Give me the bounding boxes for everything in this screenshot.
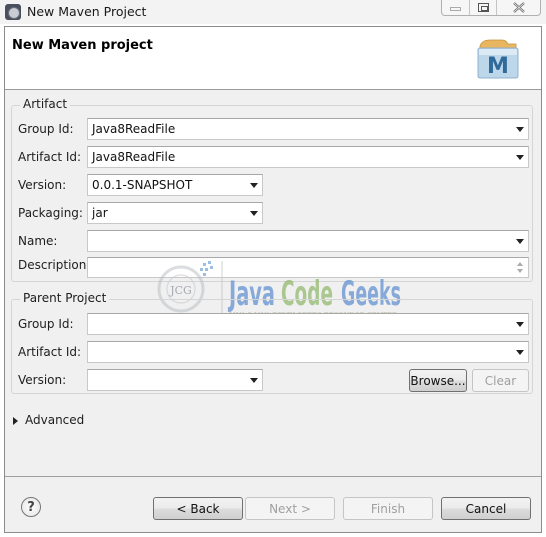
help-icon[interactable]: ?	[21, 497, 41, 517]
scroll-down-icon[interactable]	[517, 269, 523, 273]
chevron-down-icon[interactable]	[250, 378, 258, 383]
window-title: New Maven Project	[27, 4, 147, 19]
cancel-button[interactable]: Cancel	[441, 497, 531, 520]
artifact-id-combo[interactable]: Java8ReadFile	[87, 146, 529, 168]
expand-arrow-icon[interactable]	[13, 417, 18, 425]
description-scrollbar[interactable]	[516, 261, 525, 275]
scroll-up-icon[interactable]	[517, 262, 523, 266]
back-button[interactable]: < Back	[153, 497, 243, 520]
close-icon	[512, 1, 525, 13]
finish-button[interactable]: Finish	[343, 497, 433, 520]
group-id-value: Java8ReadFile	[92, 122, 176, 136]
version-value: 0.0.1-SNAPSHOT	[92, 178, 193, 192]
version-combo[interactable]: 0.0.1-SNAPSHOT	[87, 174, 263, 196]
minimize-button[interactable]	[442, 0, 470, 15]
chevron-down-icon[interactable]	[516, 350, 524, 355]
parent-artifact-id-label: Artifact Id:	[18, 345, 82, 359]
parent-version-label: Version:	[18, 373, 67, 387]
artifact-id-label: Artifact Id:	[18, 150, 82, 164]
eclipse-app-icon	[5, 4, 21, 20]
wizard-header: New Maven project M	[5, 27, 541, 90]
description-textarea[interactable]	[87, 257, 529, 278]
parent-project-group-label: Parent Project	[20, 291, 110, 305]
parent-artifact-id-combo[interactable]	[87, 341, 529, 363]
chevron-down-icon[interactable]	[250, 211, 258, 216]
maximize-button[interactable]	[470, 0, 497, 15]
wizard-title: New Maven project	[12, 38, 153, 53]
next-button[interactable]: Next >	[245, 497, 335, 520]
chevron-down-icon[interactable]	[516, 155, 524, 160]
dialog-frame: New Maven project M Artifact Group Id: J…	[4, 26, 542, 533]
maven-folder-icon: M	[477, 39, 519, 79]
clear-button[interactable]: Clear	[472, 369, 529, 392]
chevron-down-icon[interactable]	[516, 239, 524, 244]
group-id-label: Group Id:	[18, 122, 74, 136]
svg-text:M: M	[487, 54, 509, 79]
artifact-id-value: Java8ReadFile	[92, 150, 176, 164]
chevron-down-icon[interactable]	[516, 322, 524, 327]
packaging-value: jar	[92, 206, 108, 220]
chevron-down-icon[interactable]	[516, 127, 524, 132]
minimize-icon	[450, 7, 461, 11]
name-combo[interactable]	[87, 230, 529, 252]
browse-button[interactable]: Browse...	[409, 369, 467, 392]
svg-text:JCG: JCG	[169, 284, 192, 297]
maximize-icon	[477, 2, 489, 12]
artifact-group-label: Artifact	[20, 97, 71, 111]
packaging-combo[interactable]: jar	[87, 202, 263, 224]
parent-group-id-label: Group Id:	[18, 317, 74, 331]
group-id-combo[interactable]: Java8ReadFile	[87, 118, 529, 140]
version-label: Version:	[18, 178, 67, 192]
advanced-section-toggle[interactable]: Advanced	[25, 413, 84, 427]
parent-group-id-combo[interactable]	[87, 313, 529, 335]
description-label: Description:	[18, 258, 91, 272]
packaging-label: Packaging:	[18, 206, 83, 220]
chevron-down-icon[interactable]	[250, 183, 258, 188]
window-titlebar: New Maven Project	[0, 0, 546, 24]
window-controls	[441, 0, 541, 16]
parent-version-combo[interactable]	[87, 369, 263, 391]
name-label: Name:	[18, 234, 58, 248]
close-button[interactable]	[497, 0, 540, 15]
footer-separator	[5, 476, 541, 477]
